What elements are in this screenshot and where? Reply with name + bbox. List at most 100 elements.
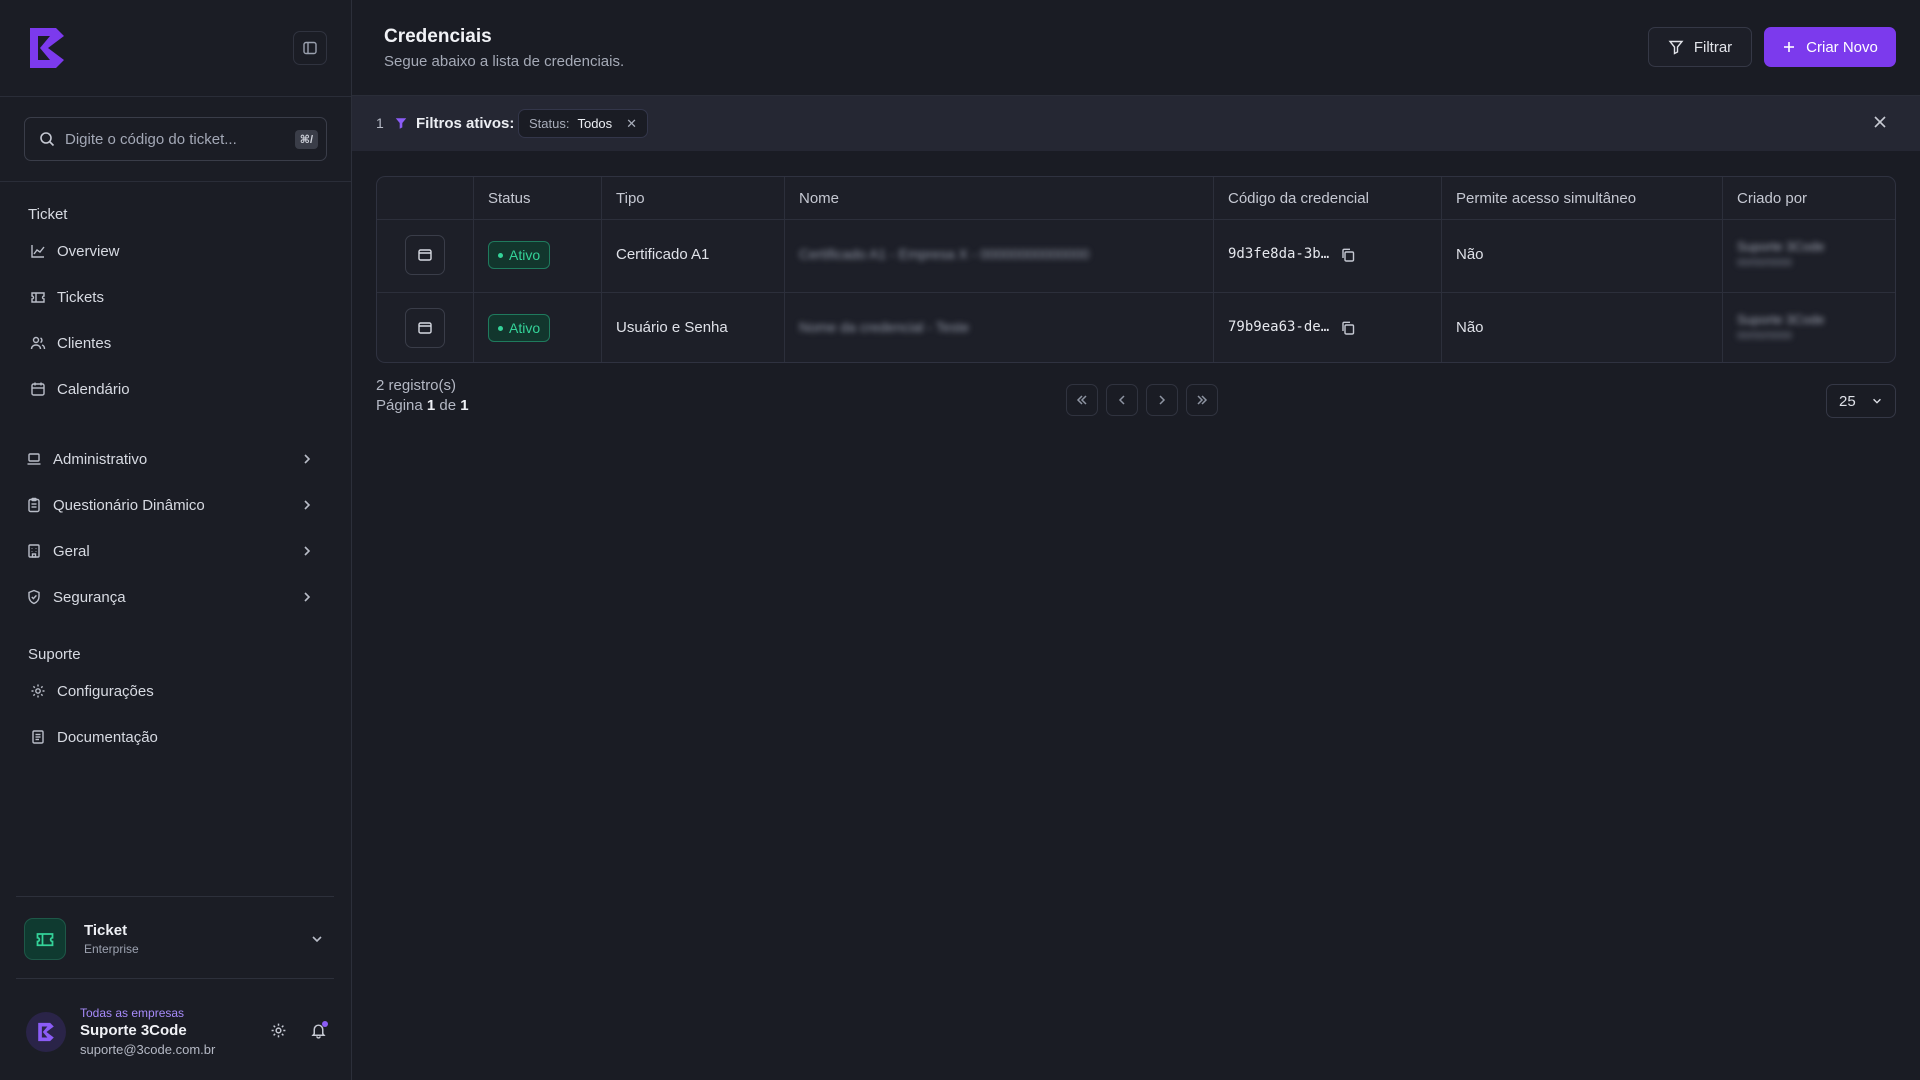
filter-button-label: Filtrar [1693, 38, 1733, 56]
copy-icon[interactable] [1340, 320, 1356, 336]
notification-indicator [322, 1021, 328, 1027]
sidebar-group-questionario[interactable]: Questionário Dinâmico [24, 488, 324, 522]
section-title-ticket: Ticket [28, 206, 68, 223]
user-company-scope[interactable]: Todas as empresas [80, 1006, 184, 1020]
cell-simultaneo: Não [1456, 319, 1484, 336]
divider [16, 978, 334, 979]
building-icon [24, 541, 44, 561]
page-current: 1 [426, 397, 436, 414]
page-size-select[interactable]: 25 [1826, 384, 1896, 418]
page-indicator: Página 1 de 1 [376, 397, 469, 414]
column-header-codigo[interactable]: Código da credencial [1228, 190, 1369, 207]
sidebar-item-label: Calendário [57, 380, 130, 398]
page-title: Credenciais [384, 26, 492, 47]
sidebar-toggle-icon[interactable] [293, 31, 327, 65]
filter-button[interactable]: Filtrar [1648, 27, 1752, 67]
ticket-search-input[interactable] [65, 130, 295, 148]
status-label: Ativo [509, 247, 541, 263]
column-header-tipo[interactable]: Tipo [616, 190, 645, 207]
first-page-icon[interactable] [1066, 384, 1098, 416]
user-settings-icon[interactable] [270, 1022, 287, 1039]
sidebar-item-label: Administrativo [53, 450, 148, 468]
cell-tipo: Certificado A1 [616, 246, 710, 263]
chevron-right-icon [300, 498, 314, 512]
organization-switcher[interactable]: Ticket Enterprise [16, 912, 334, 962]
ticket-icon [24, 918, 66, 960]
view-details-icon[interactable] [405, 308, 445, 348]
column-header-criado-por[interactable]: Criado por [1737, 190, 1807, 207]
filter-chip-value: Todos [577, 116, 613, 131]
notification-bell-icon[interactable] [310, 1021, 328, 1039]
sidebar-item-label: Tickets [57, 288, 104, 306]
cell-simultaneo: Não [1456, 246, 1484, 263]
user-profile: Todas as empresas Suporte 3Code suporte@… [24, 1000, 334, 1060]
filter-icon [1668, 39, 1684, 55]
records-count: 2 registro(s) [376, 377, 457, 394]
status-badge: Ativo [488, 241, 551, 269]
cell-criado-por: Suporte 3Code [1737, 312, 1825, 327]
cell-codigo: 9d3fe8da-3b… [1228, 246, 1330, 262]
organization-plan: Enterprise [84, 942, 139, 956]
status-label: Ativo [509, 320, 541, 336]
status-badge: Ativo [488, 314, 551, 342]
chevron-right-icon [300, 452, 314, 466]
sidebar-item-label: Overview [57, 242, 120, 260]
close-icon[interactable] [1872, 114, 1888, 130]
sidebar-item-label: Documentação [57, 728, 158, 746]
remove-filter-icon[interactable]: ✕ [626, 116, 637, 132]
chevron-down-icon [310, 932, 324, 946]
sidebar-item-tickets[interactable]: Tickets [28, 280, 328, 314]
filter-chip-status[interactable]: Status: Todos ✕ [518, 109, 649, 138]
search-shortcut-badge: ⌘/ [294, 129, 318, 149]
avatar[interactable] [26, 1012, 66, 1052]
cell-tipo: Usuário e Senha [616, 319, 728, 336]
page-size-value: 25 [1839, 392, 1856, 410]
chevron-right-icon [300, 590, 314, 604]
view-details-icon[interactable] [405, 235, 445, 275]
page-of: de [439, 397, 457, 414]
sidebar-group-administrativo[interactable]: Administrativo [24, 442, 324, 476]
chevron-down-icon [1871, 395, 1883, 407]
column-header-nome[interactable]: Nome [799, 190, 839, 207]
sidebar-group-geral[interactable]: Geral [24, 534, 324, 568]
organization-name: Ticket [84, 922, 128, 939]
status-dot [498, 252, 503, 258]
column-header-simultaneo[interactable]: Permite acesso simultâneo [1456, 190, 1636, 207]
sidebar-item-label: Configurações [57, 682, 154, 700]
table-header: Status Tipo Nome Código da credencial Pe… [377, 177, 1895, 220]
brand-logo-icon[interactable] [26, 24, 68, 72]
shield-icon [24, 587, 44, 607]
search-icon [39, 131, 55, 147]
sidebar-group-seguranca[interactable]: Segurança [24, 580, 324, 614]
page-header: Credenciais Segue abaixo a lista de cred… [352, 0, 1920, 96]
last-page-icon[interactable] [1186, 384, 1218, 416]
sidebar-item-configuracoes[interactable]: Configurações [28, 674, 328, 708]
plus-icon [1782, 40, 1796, 54]
filter-chip-key: Status: [529, 116, 570, 131]
active-filters-label: Filtros ativos: [416, 115, 515, 132]
previous-page-icon[interactable] [1106, 384, 1138, 416]
create-new-button[interactable]: Criar Novo [1764, 27, 1896, 67]
cell-criado-em: 00/00/0000 [1737, 330, 1793, 342]
cell-criado-em: 00/00/0000 [1737, 257, 1793, 269]
active-filters-count: 1 [376, 115, 384, 131]
sidebar-item-label: Segurança [53, 588, 126, 606]
table-row[interactable]: Ativo Certificado A1 Certificado A1 - Em… [377, 220, 1895, 292]
sidebar-item-overview[interactable]: Overview [28, 234, 328, 268]
status-dot [498, 325, 503, 331]
next-page-icon[interactable] [1146, 384, 1178, 416]
clipboard-icon [24, 495, 44, 515]
sidebar-item-documentacao[interactable]: Documentação [28, 720, 328, 754]
sidebar-item-clientes[interactable]: Clientes [28, 326, 328, 360]
gear-icon [28, 681, 48, 701]
chart-line-icon [28, 241, 48, 261]
page-total: 1 [460, 397, 469, 414]
calendar-icon [28, 379, 48, 399]
column-header-status[interactable]: Status [488, 190, 531, 207]
sidebar-item-label: Questionário Dinâmico [53, 496, 205, 514]
sidebar-header [0, 0, 351, 97]
ticket-search-box: ⌘/ [24, 117, 327, 161]
copy-icon[interactable] [1340, 247, 1356, 263]
sidebar-item-calendario[interactable]: Calendário [28, 372, 328, 406]
table-row[interactable]: Ativo Usuário e Senha Nome da credencial… [377, 293, 1895, 362]
